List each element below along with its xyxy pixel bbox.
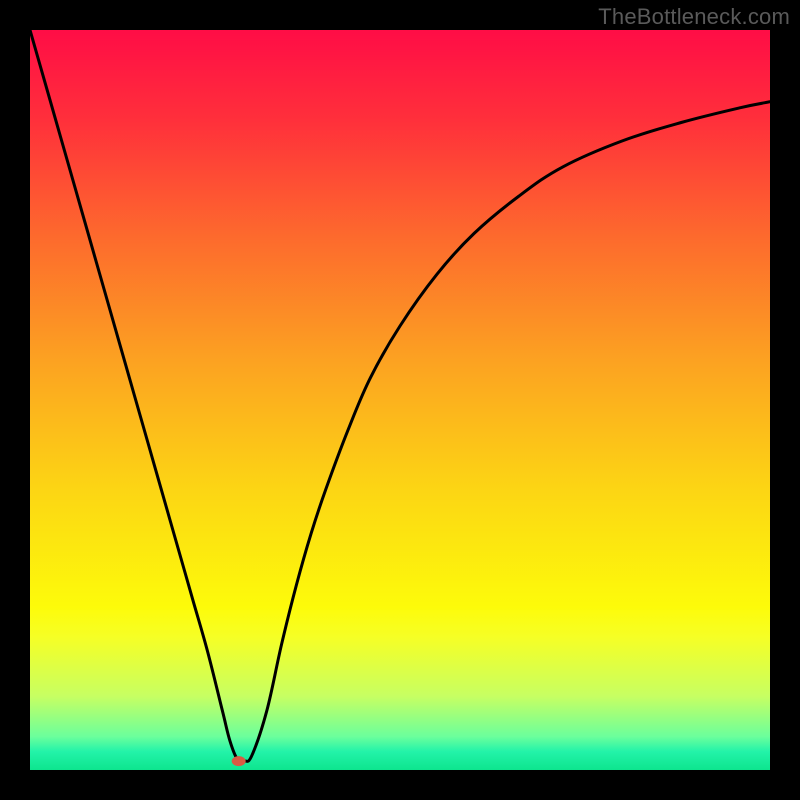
chart-frame: TheBottleneck.com [0,0,800,800]
gradient-background [30,30,770,770]
chart-svg [30,30,770,770]
plot-area [30,30,770,770]
watermark-text: TheBottleneck.com [598,4,790,30]
minimum-marker [232,756,246,766]
